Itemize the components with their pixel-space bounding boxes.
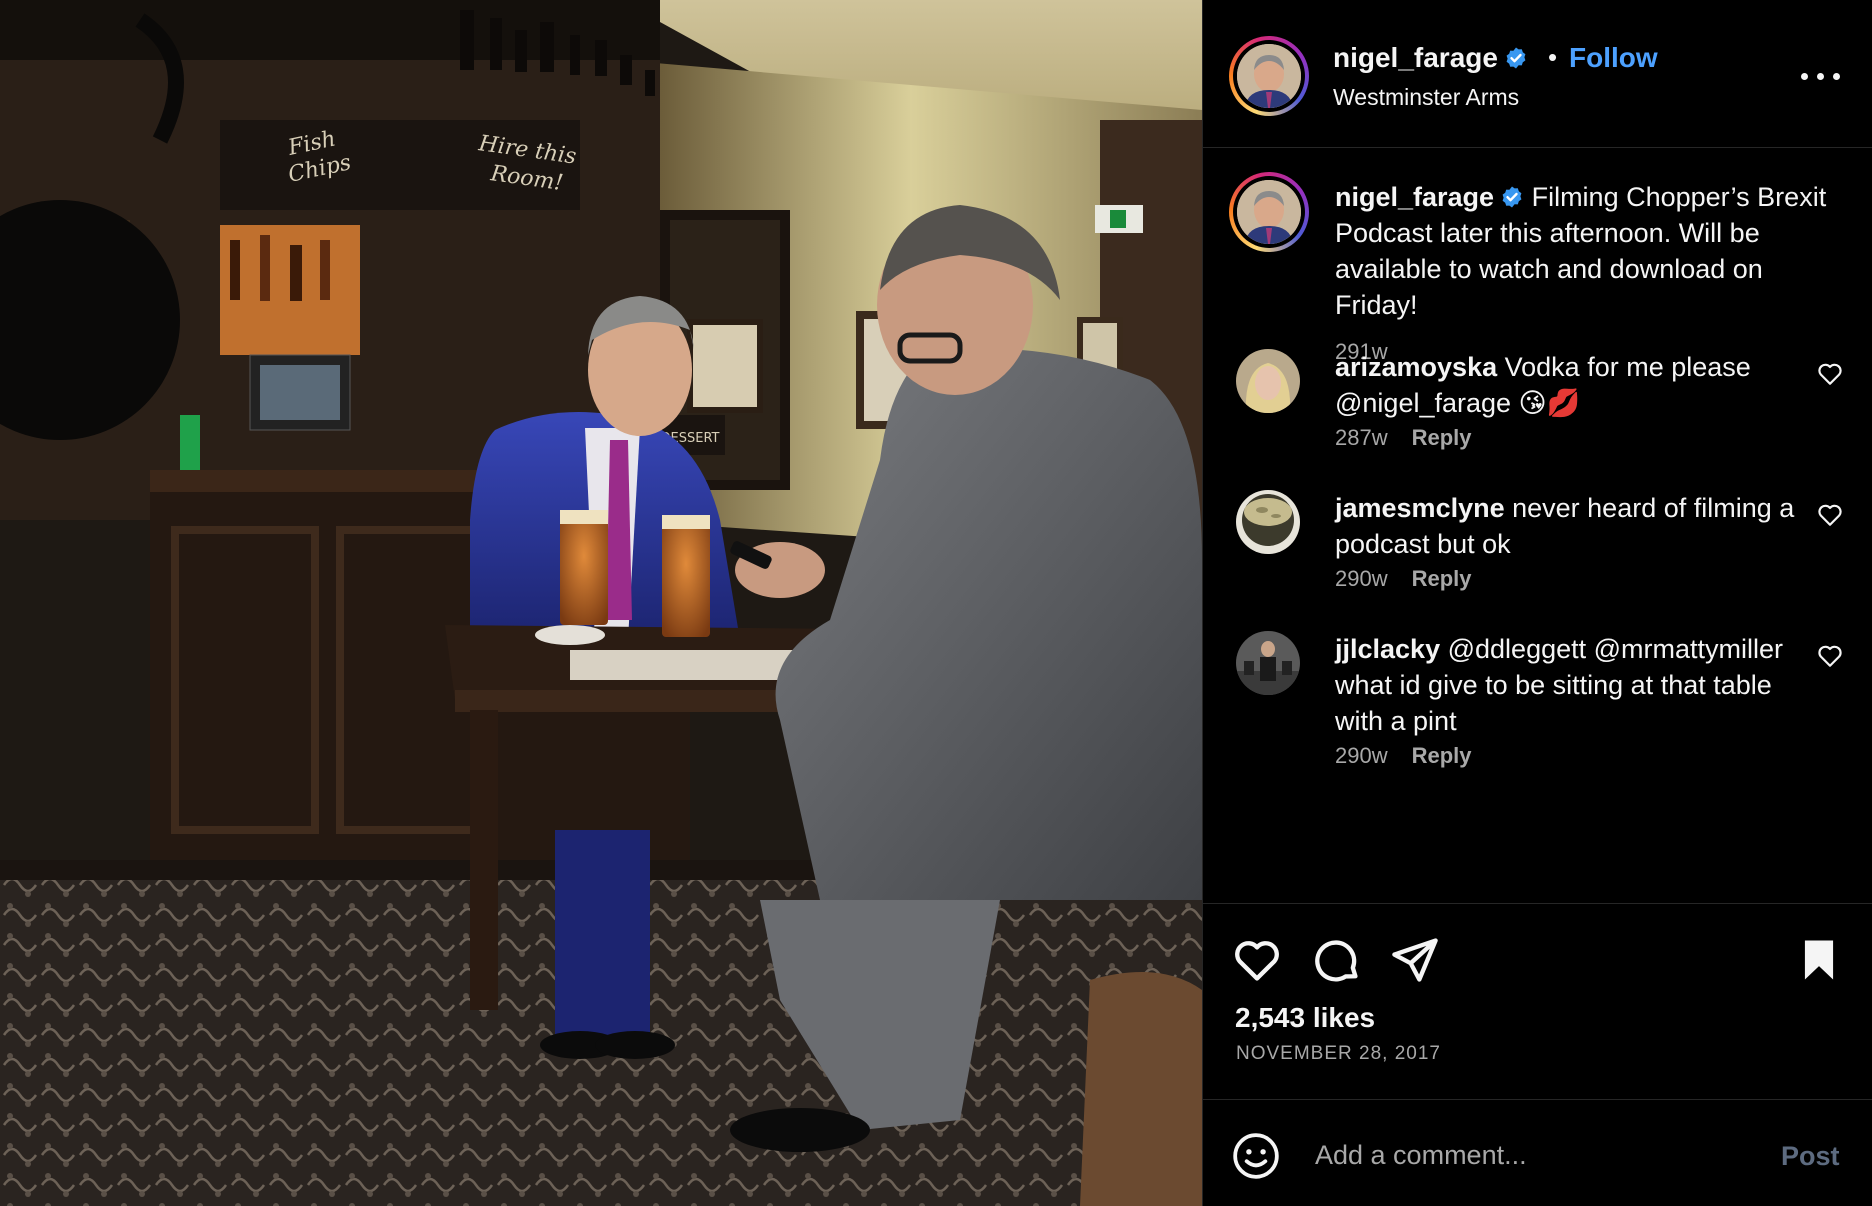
commenter-avatar[interactable] xyxy=(1236,349,1300,413)
author-avatar[interactable] xyxy=(1229,36,1309,116)
author-username-text[interactable]: nigel_farage xyxy=(1333,42,1498,73)
caption-username[interactable]: nigel_farage xyxy=(1335,182,1494,212)
comment-item: jamesmclyne never heard of filming a pod… xyxy=(1203,490,1872,650)
like-comment-heart-icon[interactable] xyxy=(1817,502,1843,528)
likes-count[interactable]: 2,543 likes xyxy=(1235,1002,1375,1034)
comment-text: arizamoyska Vodka for me please @nigel_f… xyxy=(1335,349,1805,421)
post-sidebar: nigel_farage • Follow Westminster Arms n… xyxy=(1202,0,1872,1206)
post-actions: 2,543 likes NOVEMBER 28, 2017 xyxy=(1203,903,1872,1100)
like-comment-heart-icon[interactable] xyxy=(1817,361,1843,387)
post-location[interactable]: Westminster Arms xyxy=(1333,84,1519,111)
caption-avatar[interactable] xyxy=(1229,172,1309,252)
pub-scene-image: Fish Chips Hire this Room! DESSERT xyxy=(0,0,1202,1206)
author-username[interactable]: nigel_farage xyxy=(1333,42,1528,74)
more-options-icon[interactable] xyxy=(1799,56,1843,96)
comment-age: 290w xyxy=(1335,743,1388,768)
reply-button[interactable]: Reply xyxy=(1412,743,1472,768)
share-icon[interactable] xyxy=(1389,934,1441,986)
avatar-jamesmclyne-icon xyxy=(1236,490,1300,554)
comment-meta: 290w Reply xyxy=(1335,566,1472,592)
comment-item: jjlclacky @ddleggett @mrmattymiller what… xyxy=(1203,631,1872,811)
post-date: NOVEMBER 28, 2017 xyxy=(1236,1043,1441,1064)
commenter-avatar[interactable] xyxy=(1236,631,1300,695)
emoji-icon[interactable] xyxy=(1231,1131,1281,1181)
comment-text: jamesmclyne never heard of filming a pod… xyxy=(1335,490,1805,562)
avatar-arizamoyska-icon xyxy=(1236,349,1300,413)
post-photo[interactable]: Fish Chips Hire this Room! DESSERT xyxy=(0,0,1202,1206)
bookmark-icon[interactable] xyxy=(1793,934,1845,986)
post-comment-button[interactable]: Post xyxy=(1781,1141,1840,1172)
comment-item: arizamoyska Vodka for me please @nigel_f… xyxy=(1203,349,1872,509)
instagram-post: Fish Chips Hire this Room! DESSERT nigel… xyxy=(0,0,1872,1206)
comment-text: jjlclacky @ddleggett @mrmattymiller what… xyxy=(1335,631,1805,739)
like-comment-heart-icon[interactable] xyxy=(1817,643,1843,669)
verified-badge-icon xyxy=(1506,47,1526,69)
avatar-nigel-farage-icon xyxy=(1237,180,1301,244)
add-comment-input[interactable] xyxy=(1315,1129,1745,1181)
comment-age: 290w xyxy=(1335,566,1388,591)
heart-icon[interactable] xyxy=(1231,934,1283,986)
comment-meta: 287w Reply xyxy=(1335,425,1472,451)
comment-composer: Post xyxy=(1203,1101,1872,1206)
commenter-avatar[interactable] xyxy=(1236,490,1300,554)
header-separator: • xyxy=(1548,42,1558,72)
avatar-jjlclacky-icon xyxy=(1236,631,1300,695)
comment-age: 287w xyxy=(1335,425,1388,450)
post-header: nigel_farage • Follow Westminster Arms xyxy=(1203,0,1872,148)
caption-text: nigel_farage Filming Chopper’s Brexit Po… xyxy=(1335,179,1835,323)
reply-button[interactable]: Reply xyxy=(1412,566,1472,591)
comment-meta: 290w Reply xyxy=(1335,743,1472,769)
comment-username[interactable]: arizamoyska xyxy=(1335,352,1497,382)
comment-username[interactable]: jamesmclyne xyxy=(1335,493,1505,523)
follow-button[interactable]: Follow xyxy=(1569,42,1658,74)
comments-list[interactable]: nigel_farage Filming Chopper’s Brexit Po… xyxy=(1203,149,1872,903)
comment-icon[interactable] xyxy=(1311,934,1363,986)
avatar-nigel-farage-icon xyxy=(1237,44,1301,108)
comment-username[interactable]: jjlclacky xyxy=(1335,634,1440,664)
verified-badge-icon xyxy=(1502,186,1522,208)
reply-button[interactable]: Reply xyxy=(1412,425,1472,450)
